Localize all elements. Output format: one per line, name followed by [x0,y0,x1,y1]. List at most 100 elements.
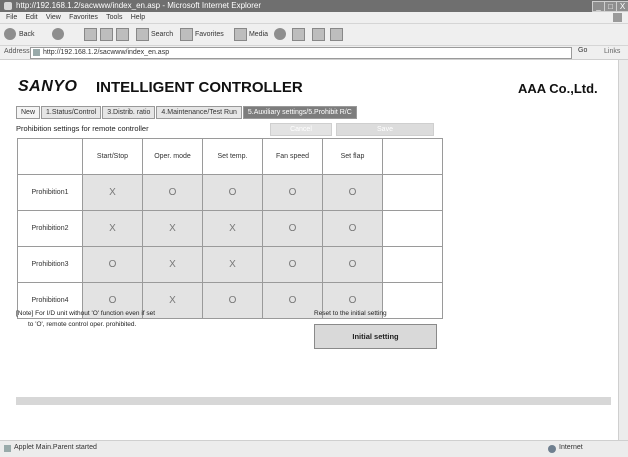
search-button[interactable]: Search [136,27,173,41]
row-label: Prohibition1 [17,174,83,211]
table-corner-cell [17,138,83,175]
menu-file[interactable]: File [6,12,17,23]
column-header: Oper. mode [142,138,203,175]
ie-icon [4,2,12,10]
go-button[interactable]: Go [578,47,587,54]
empty-cell [382,210,443,247]
prohibition-toggle[interactable]: O [202,174,263,211]
history-icon [274,28,286,40]
print-icon [312,27,325,41]
prohibition-toggle[interactable]: O [322,174,383,211]
security-zone: Internet [559,444,583,451]
tab-status-control[interactable]: 1.Status/Control [41,106,102,119]
prohibition-toggle[interactable]: O [262,246,323,283]
reset-label: Reset to the initial setting [314,310,387,317]
print-button[interactable] [312,27,325,41]
window-title: http://192.168.1.2/sacwww/index_en.asp -… [16,1,262,10]
prohibition-toggle[interactable]: X [142,246,203,283]
table-row: Prohibition1 X O O O O [17,174,443,211]
windows-flag-icon [613,13,622,22]
window-titlebar: http://192.168.1.2/sacwww/index_en.asp -… [0,0,628,12]
media-button[interactable]: Media [234,27,268,41]
tab-auxiliary-settings[interactable]: 5.Auxiliary settings/5.Prohibit R/C [242,106,357,119]
menu-favorites[interactable]: Favorites [69,12,98,23]
prohibition-toggle[interactable]: O [202,282,263,319]
tab-distrib-ratio[interactable]: 3.Distrib. ratio [102,106,156,119]
stop-button[interactable] [84,27,97,41]
mail-button[interactable] [292,27,305,41]
status-bar: Applet Main.Parent started Internet [0,440,628,457]
history-button[interactable] [274,27,289,41]
forward-arrow-icon [52,28,64,40]
edit-button[interactable] [330,27,343,41]
media-label: Media [248,30,269,38]
page-icon [4,445,11,452]
star-icon [180,27,193,41]
empty-cell [382,282,443,319]
empty-header-cell [382,138,443,175]
company-name: AAA Co.,Ltd. [518,81,598,96]
prohibition-toggle[interactable]: X [82,174,143,211]
stop-icon [84,27,97,41]
globe-icon [548,445,556,453]
back-label: Back [19,30,35,38]
menu-help[interactable]: Help [131,12,145,23]
save-button[interactable]: Save [336,123,434,136]
prohibition-toggle[interactable]: O [262,174,323,211]
tab-new[interactable]: New [16,106,41,119]
menu-view[interactable]: View [46,12,61,23]
browser-toolbar: Back Search Favorites Media [0,24,628,46]
sanyo-logo: SANYO [18,78,78,95]
nav-tabs: New 1.Status/Control 3.Distrib. ratio 4.… [16,106,358,119]
prohibition-toggle[interactable]: O [262,210,323,247]
table-row: Prohibition3 O X X O O [17,246,443,283]
vertical-scrollbar[interactable] [618,60,628,440]
footer-bar [16,397,611,405]
prohibition-toggle[interactable]: O [322,246,383,283]
back-button[interactable]: Back [4,27,35,41]
empty-cell [382,246,443,283]
close-button[interactable]: X [616,1,628,12]
search-icon [136,27,149,41]
mail-icon [292,27,305,41]
address-label: Address [4,48,30,55]
column-header: Fan speed [262,138,323,175]
menu-edit[interactable]: Edit [26,12,38,23]
table-row: Prohibition2 X X X O O [17,210,443,247]
forward-button[interactable] [52,27,67,41]
refresh-icon [100,27,113,41]
favorites-button[interactable]: Favorites [180,27,224,41]
prohibition-toggle[interactable]: X [82,210,143,247]
row-label: Prohibition3 [17,246,83,283]
prohibition-toggle[interactable]: X [142,210,203,247]
cancel-button[interactable]: Cancel [270,123,332,136]
empty-cell [382,174,443,211]
address-url: http://192.168.1.2/sacwww/index_en.asp [43,49,170,56]
media-icon [234,27,247,41]
tab-maintenance[interactable]: 4.Maintenance/Test Run [156,106,242,119]
section-label: Prohibition settings for remote controll… [16,124,149,133]
prohibition-toggle[interactable]: O [82,246,143,283]
page-content: SANYO INTELLIGENT CONTROLLER AAA Co.,Ltd… [0,60,618,440]
back-arrow-icon [4,28,16,40]
row-label: Prohibition2 [17,210,83,247]
prohibition-toggle[interactable]: X [202,246,263,283]
prohibition-toggle[interactable]: X [202,210,263,247]
home-button[interactable] [116,27,129,41]
address-input[interactable]: http://192.168.1.2/sacwww/index_en.asp [30,47,572,59]
refresh-button[interactable] [100,27,113,41]
column-header: Set temp. [202,138,263,175]
table-header-row: Start/Stop Oper. mode Set temp. Fan spee… [17,138,443,175]
favorites-label: Favorites [194,30,224,38]
note-line-1: [Note] For I/D unit without 'O' function… [16,310,156,317]
initial-setting-button[interactable]: Initial setting [314,324,437,349]
note-line-2: to 'O', remote control oper. prohibited. [28,321,137,328]
search-label: Search [150,30,174,38]
prohibition-toggle[interactable]: O [322,210,383,247]
menu-tools[interactable]: Tools [106,12,122,23]
menu-bar: File Edit View Favorites Tools Help [0,12,628,24]
column-header: Set flap [322,138,383,175]
prohibition-toggle[interactable]: O [142,174,203,211]
links-button[interactable]: Links [604,48,620,55]
edit-icon [330,27,343,41]
